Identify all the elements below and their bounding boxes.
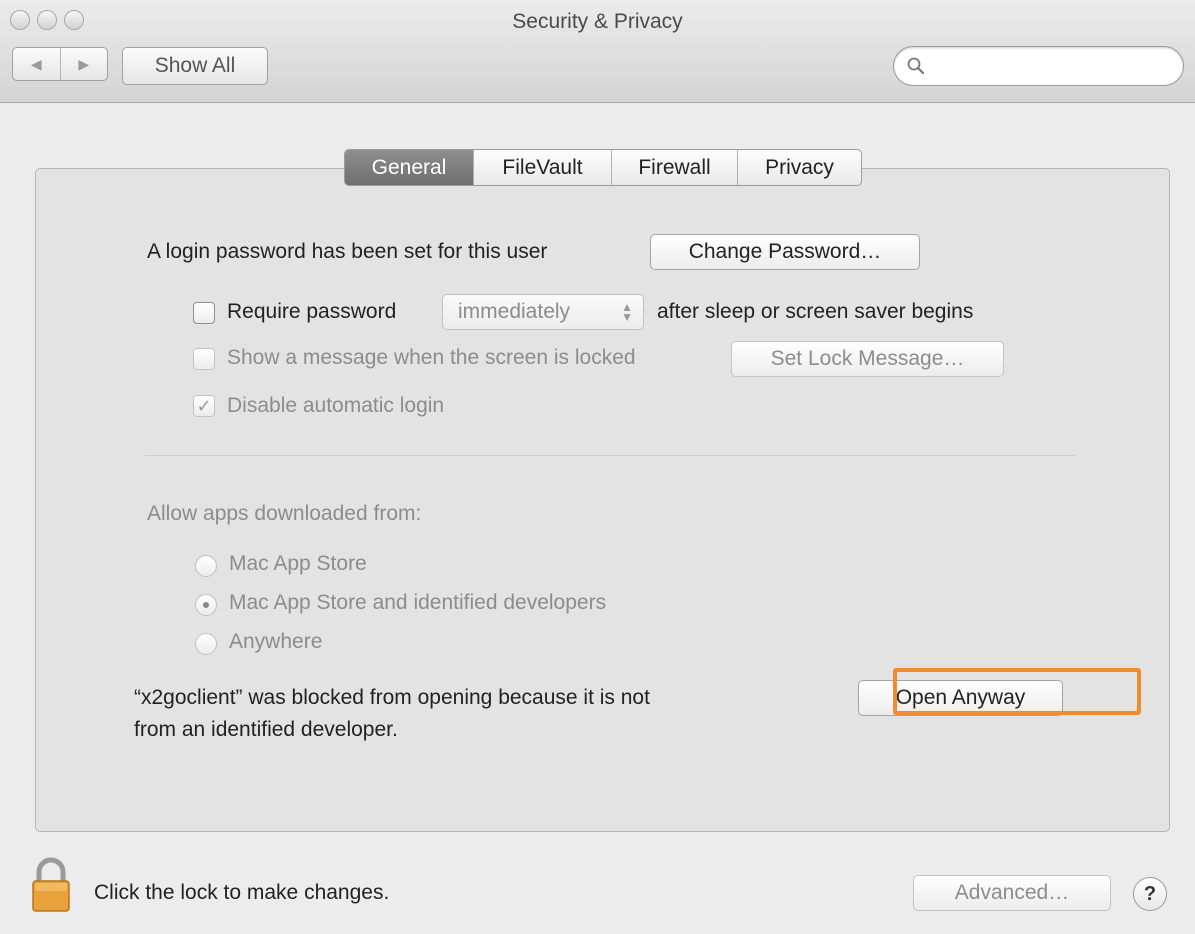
- radio-identified-developers[interactable]: [195, 594, 217, 616]
- change-password-button[interactable]: Change Password…: [650, 234, 920, 270]
- allow-apps-heading: Allow apps downloaded from:: [147, 502, 422, 525]
- radio-selected-dot: [203, 602, 209, 608]
- radio-mac-app-store-label: Mac App Store: [229, 552, 367, 575]
- security-privacy-window: Security & Privacy ◀ ▶ Show All General …: [0, 0, 1195, 934]
- tab-bar: General FileVault Firewall Privacy: [344, 149, 862, 186]
- back-forward-control: ◀ ▶: [12, 47, 108, 81]
- radio-anywhere[interactable]: [195, 633, 217, 655]
- search-input[interactable]: [932, 53, 1172, 79]
- require-password-delay-value: immediately: [458, 300, 571, 323]
- blocked-message-line-1: “x2goclient” was blocked from opening be…: [134, 686, 650, 709]
- open-anyway-button[interactable]: Open Anyway: [858, 680, 1063, 716]
- set-lock-message-button[interactable]: Set Lock Message…: [731, 341, 1004, 377]
- require-password-checkbox[interactable]: [193, 302, 215, 324]
- blocked-message-line-2: from an identified developer.: [134, 718, 398, 741]
- back-button[interactable]: ◀: [13, 48, 60, 80]
- section-divider: [145, 455, 1075, 456]
- radio-identified-developers-label: Mac App Store and identified developers: [229, 591, 607, 614]
- magnifier-icon: [907, 57, 925, 75]
- disable-automatic-login-label: Disable automatic login: [227, 394, 445, 417]
- advanced-button[interactable]: Advanced…: [913, 875, 1111, 911]
- window-title: Security & Privacy: [512, 10, 683, 33]
- tab-filevault[interactable]: FileVault: [473, 150, 611, 185]
- back-arrow-icon: ◀: [30, 55, 42, 72]
- show-message-checkbox[interactable]: [193, 348, 215, 370]
- show-all-button[interactable]: Show All: [122, 47, 268, 85]
- tab-privacy[interactable]: Privacy: [737, 150, 861, 185]
- radio-mac-app-store[interactable]: [195, 555, 217, 577]
- login-password-label: A login password has been set for this u…: [147, 240, 548, 263]
- forward-arrow-icon: ▶: [78, 55, 90, 72]
- help-button[interactable]: ?: [1133, 877, 1167, 911]
- forward-button[interactable]: ▶: [59, 48, 108, 80]
- require-password-suffix: after sleep or screen saver begins: [657, 300, 974, 323]
- lock-icon[interactable]: [30, 857, 72, 913]
- disable-automatic-login-checkbox[interactable]: ✓: [193, 395, 215, 417]
- lock-status-text: Click the lock to make changes.: [94, 881, 390, 904]
- stepper-arrows-icon: ▲ ▼: [621, 300, 633, 324]
- search-field[interactable]: [893, 46, 1184, 86]
- tab-general[interactable]: General: [345, 150, 473, 185]
- title-bar: Security & Privacy ◀ ▶ Show All: [0, 0, 1195, 103]
- checkmark-icon: ✓: [196, 396, 212, 416]
- require-password-delay-select[interactable]: immediately ▲ ▼: [442, 294, 644, 330]
- help-question-icon: ?: [1143, 882, 1157, 905]
- show-message-label: Show a message when the screen is locked: [227, 346, 636, 369]
- require-password-label: Require password: [227, 300, 397, 323]
- radio-anywhere-label: Anywhere: [229, 630, 323, 653]
- tab-firewall[interactable]: Firewall: [611, 150, 737, 185]
